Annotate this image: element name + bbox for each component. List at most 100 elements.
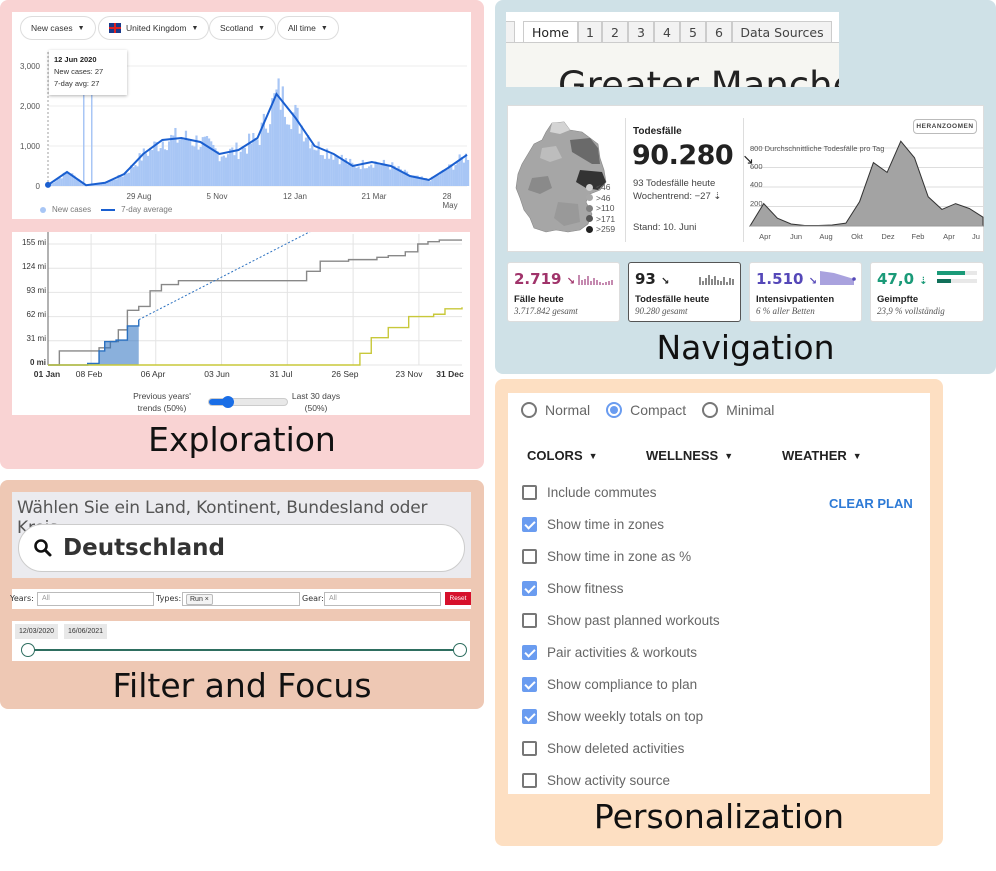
trend-weight-slider[interactable]: [208, 396, 288, 408]
legend-new-cases[interactable]: New cases: [52, 205, 91, 214]
tab-3[interactable]: 3: [628, 21, 654, 42]
radio-compact[interactable]: [606, 402, 623, 418]
gear-input[interactable]: All: [324, 592, 441, 606]
range-end-handle[interactable]: [453, 643, 467, 657]
distance-chart-svg[interactable]: [12, 232, 470, 372]
deaths-area: [749, 140, 984, 227]
mini-card-deaths[interactable]: 93 ↘ Todesfälle heute 90.280 gesamt: [628, 262, 741, 322]
case-bar: [372, 167, 375, 186]
sparkline-bar: [699, 277, 701, 285]
mini-card-cases[interactable]: 2.719 ↘ Fälle heute 3.717.842 gesamt: [507, 262, 620, 322]
tab-2[interactable]: 2: [602, 21, 628, 42]
wellness-dropdown[interactable]: WELLNESS ▼: [646, 448, 733, 463]
setting-checkbox-row[interactable]: Show time in zone as %: [522, 549, 691, 564]
radio-label: Minimal: [726, 402, 775, 418]
setting-checkbox-row[interactable]: Show time in zones: [522, 517, 664, 532]
case-bar: [220, 156, 223, 186]
radio-normal[interactable]: [521, 402, 537, 418]
setting-checkbox-row[interactable]: Show past planned workouts: [522, 613, 720, 628]
divider: [625, 118, 626, 242]
vaccine-full-fill: [937, 279, 952, 283]
mini-card-vaccinated[interactable]: 47,0 ⇣ Geimpfte 23,9 % vollständig: [870, 262, 984, 322]
case-bar: [125, 173, 129, 186]
weather-dropdown[interactable]: WEATHER ▼: [782, 448, 862, 463]
setting-checkbox-row[interactable]: Show fitness: [522, 581, 624, 596]
tooltip-date: 12 Jun 2020: [54, 55, 97, 64]
checkbox-checked[interactable]: [522, 581, 537, 596]
setting-checkbox-row[interactable]: Pair activities & workouts: [522, 645, 697, 660]
years-input[interactable]: All: [37, 592, 154, 606]
caret-down-icon: ▼: [588, 450, 598, 461]
tab-5[interactable]: 5: [680, 21, 706, 42]
date-range-track[interactable]: [28, 649, 456, 651]
case-bar: [313, 149, 316, 186]
tab-4[interactable]: 4: [654, 21, 680, 42]
case-bar: [128, 172, 131, 186]
y-tick: 600: [750, 162, 763, 171]
cases-chart-svg[interactable]: [12, 12, 471, 219]
setting-checkbox-row[interactable]: Show compliance to plan: [522, 677, 697, 692]
tab-1[interactable]: 1: [578, 21, 602, 42]
case-bar: [401, 172, 404, 186]
checkbox-checked[interactable]: [522, 517, 537, 532]
range-start-handle[interactable]: [21, 643, 35, 657]
deaths-area-chart[interactable]: [745, 106, 985, 231]
tab-scroll-left[interactable]: [506, 21, 515, 42]
checkbox-label: Show time in zones: [547, 517, 665, 532]
hover-point: [45, 181, 51, 188]
checkbox-label: Pair activities & workouts: [547, 645, 698, 660]
case-bar: [56, 179, 59, 186]
case-bar: [214, 148, 217, 186]
reset-button[interactable]: Reset: [445, 592, 471, 605]
tab-6[interactable]: 6: [706, 21, 732, 42]
case-bar: [374, 161, 377, 186]
case-bar: [231, 147, 234, 186]
setting-checkbox-row[interactable]: Include commutes: [522, 485, 657, 500]
case-bar: [256, 139, 259, 186]
checkbox-unchecked[interactable]: [522, 485, 537, 500]
checkbox-unchecked[interactable]: [522, 773, 537, 788]
dropdown-label: WELLNESS: [646, 448, 719, 463]
checkbox-checked[interactable]: [522, 645, 537, 660]
sparkline-bar: [714, 276, 716, 285]
checkbox-unchecked[interactable]: [522, 741, 537, 756]
case-bar: [226, 154, 230, 186]
case-bar: [410, 176, 413, 186]
case-bar: [304, 137, 308, 186]
type-tag-run[interactable]: Run ×: [186, 594, 213, 605]
checkbox-unchecked[interactable]: [522, 549, 537, 564]
mini-value-number: 47,0: [877, 270, 915, 288]
tab-data-sources[interactable]: Data Sources: [732, 21, 832, 42]
slider-left-label: Previous years' trends (50%): [133, 391, 191, 413]
mini-card-icu[interactable]: 1.510 ↘ Intensivpatienten 6 % aller Bett…: [749, 262, 862, 322]
date-start: 12/03/2020: [15, 624, 59, 639]
region-search-input[interactable]: Deutschland: [18, 524, 465, 572]
remove-tag-icon[interactable]: ×: [205, 596, 209, 603]
tab-home[interactable]: Home: [523, 21, 578, 43]
checkbox-checked[interactable]: [522, 677, 537, 692]
radio-minimal[interactable]: [702, 402, 719, 418]
deaths-stat-card: <46 >46 >110 >171 >259 Todesfälle 90.280 ↘ 9…: [507, 105, 984, 252]
checkbox-checked[interactable]: [522, 709, 537, 724]
x-tick: 28 May: [442, 192, 458, 210]
setting-checkbox-row[interactable]: Show activity source: [522, 773, 670, 788]
case-bar: [359, 169, 362, 186]
case-bar: [321, 155, 324, 186]
mini-card-label: Intensivpatienten: [756, 294, 835, 305]
slider-thumb[interactable]: [221, 396, 234, 408]
types-input[interactable]: Run ×: [182, 592, 300, 606]
legend-7day-avg[interactable]: 7-day average: [121, 205, 172, 214]
case-bar: [121, 176, 124, 186]
case-bar: [306, 135, 310, 186]
x-tick: 31 Jul: [269, 369, 293, 379]
case-bar: [239, 151, 242, 186]
setting-checkbox-row[interactable]: Show deleted activities: [522, 741, 684, 756]
colors-dropdown[interactable]: COLORS ▼: [527, 448, 598, 463]
x-tick: Ju: [972, 232, 980, 241]
clear-plan-button[interactable]: CLEAR PLAN: [829, 496, 913, 511]
case-bar: [311, 144, 314, 186]
checkbox-unchecked[interactable]: [522, 613, 537, 628]
case-bar: [330, 154, 333, 186]
setting-checkbox-row[interactable]: Show weekly totals on top: [522, 709, 703, 724]
caret-down-icon: ▼: [852, 450, 862, 461]
